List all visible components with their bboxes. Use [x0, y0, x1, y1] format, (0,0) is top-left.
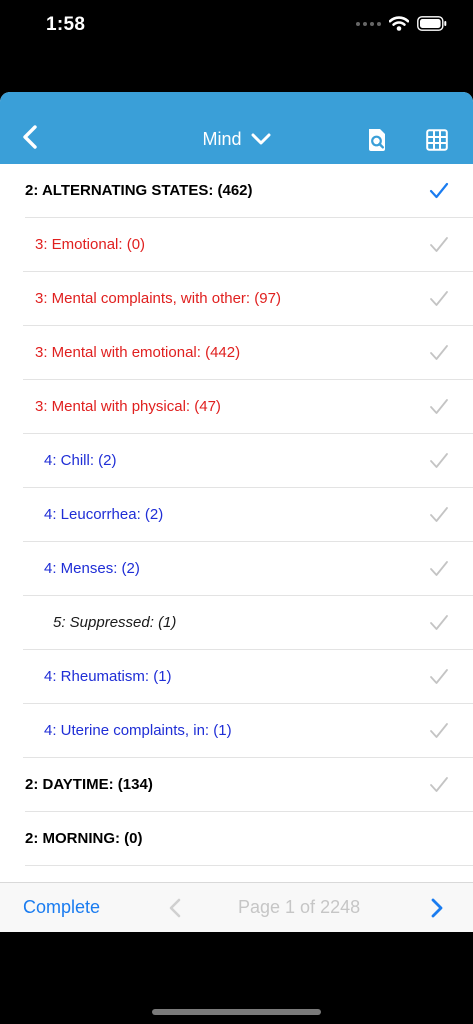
rubric-row[interactable]: 5: Suppressed: (1) — [0, 596, 473, 650]
repertory-sheet: Mind 2: ALTERNATING STATES: (462) 3: Emot… — [0, 92, 473, 932]
rubric-label: 4: Leucorrhea: (2) — [44, 506, 164, 523]
rubric-label: 2: DAYTIME: (134) — [25, 776, 153, 793]
rubric-row[interactable]: 3: Mental with emotional: (442) — [0, 326, 473, 380]
rubric-row[interactable]: 4: Rheumatism: (1) — [0, 650, 473, 704]
wifi-icon — [389, 16, 409, 31]
checkmark-icon[interactable] — [429, 722, 449, 740]
complete-button[interactable]: Complete — [23, 897, 100, 918]
status-icons — [356, 16, 447, 31]
rubric-row[interactable]: 2: ALTERNATING STATES: (462) — [0, 164, 473, 218]
rubric-label: 3: Mental with emotional: (442) — [35, 344, 241, 361]
grid-icon[interactable] — [426, 129, 448, 151]
battery-icon — [417, 16, 447, 31]
chevron-right-icon[interactable] — [430, 898, 444, 918]
home-indicator — [152, 1009, 321, 1015]
rubric-label: 3: Emotional: (0) — [35, 236, 146, 253]
checkmark-icon[interactable] — [429, 506, 449, 524]
checkmark-icon[interactable] — [429, 344, 449, 362]
checkmark-icon[interactable] — [429, 560, 449, 578]
rubric-label: 4: Rheumatism: (1) — [44, 668, 172, 685]
rubric-row[interactable]: 4: Uterine complaints, in: (1) — [0, 704, 473, 758]
rubric-label: 2: MORNING: (0) — [25, 830, 143, 847]
checkmark-icon[interactable] — [429, 668, 449, 686]
row-divider — [25, 865, 473, 866]
checkmark-icon[interactable] — [429, 614, 449, 632]
rubric-row[interactable]: 2: MORNING: (0) — [0, 812, 473, 866]
checkmark-icon[interactable] — [429, 236, 449, 254]
checkmark-icon[interactable] — [429, 182, 449, 200]
checkmark-icon[interactable] — [429, 398, 449, 416]
chevron-down-icon — [251, 133, 271, 145]
rubric-row[interactable]: 4: Chill: (2) — [0, 434, 473, 488]
rubric-row[interactable]: 3: Emotional: (0) — [0, 218, 473, 272]
rubric-label: 4: Uterine complaints, in: (1) — [44, 722, 232, 739]
rubric-label: 3: Mental with physical: (47) — [35, 398, 221, 415]
chevron-left-disabled-icon[interactable] — [168, 898, 182, 918]
status-time: 1:58 — [46, 14, 86, 35]
chapter-selector[interactable]: Mind — [0, 128, 473, 150]
rubric-label: 3: Mental complaints, with other: (97) — [35, 290, 281, 307]
navbar: Mind — [0, 92, 473, 164]
signal-dots-icon — [356, 21, 381, 26]
checkmark-icon[interactable] — [429, 290, 449, 308]
checkmark-icon[interactable] — [429, 452, 449, 470]
search-document-icon[interactable] — [366, 128, 388, 152]
rubric-row[interactable]: 4: Menses: (2) — [0, 542, 473, 596]
rubric-list: 2: ALTERNATING STATES: (462) 3: Emotional… — [0, 164, 473, 882]
rubric-row[interactable]: 3: Mental with physical: (47) — [0, 380, 473, 434]
rubric-label: 4: Chill: (2) — [44, 452, 117, 469]
rubric-label: 4: Menses: (2) — [44, 560, 140, 577]
rubric-row[interactable]: 2: DAYTIME: (134) — [0, 758, 473, 812]
page-indicator: Page 1 of 2248 — [238, 897, 361, 917]
rubric-row[interactable]: 3: Mental complaints, with other: (97) — [0, 272, 473, 326]
checkmark-icon[interactable] — [429, 776, 449, 794]
page-title: Mind — [202, 128, 242, 149]
bottom-toolbar: Complete Page 1 of 2248 — [0, 882, 473, 932]
rubric-label: 5: Suppressed: (1) — [53, 614, 177, 631]
rubric-row[interactable]: 4: Leucorrhea: (2) — [0, 488, 473, 542]
status-bar: 1:58 — [0, 0, 473, 52]
rubric-label: 2: ALTERNATING STATES: (462) — [25, 182, 253, 199]
